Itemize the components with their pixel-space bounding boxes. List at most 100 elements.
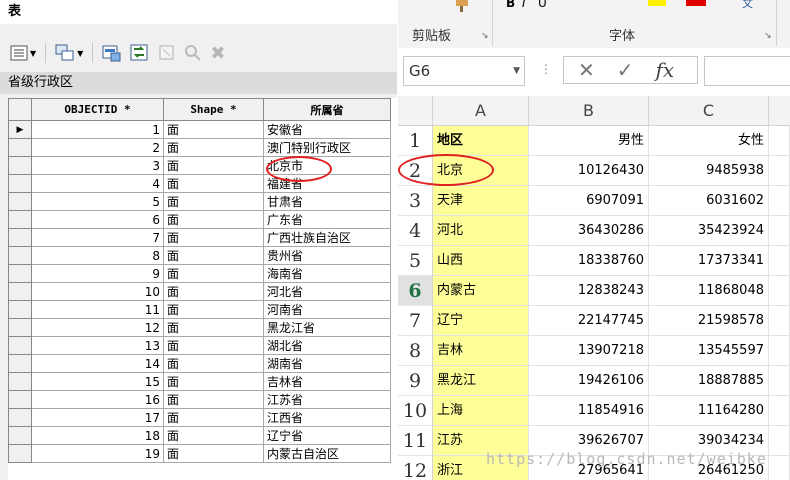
- table-row[interactable]: 6 面广东省: [8, 210, 391, 229]
- row-selector[interactable]: [8, 426, 32, 445]
- cell-a[interactable]: 天津: [433, 186, 529, 216]
- shape-cell[interactable]: 面: [163, 228, 264, 247]
- column-header-c[interactable]: C: [649, 96, 769, 126]
- objectid-cell[interactable]: 13: [31, 336, 164, 355]
- cell-c[interactable]: 13545597: [649, 336, 769, 366]
- row-selector[interactable]: [8, 318, 32, 337]
- cell-b[interactable]: 18338760: [529, 246, 649, 276]
- cell-b[interactable]: 19426106: [529, 366, 649, 396]
- related-tables-button[interactable]: ▼: [53, 42, 85, 64]
- province-cell[interactable]: 江苏省: [263, 390, 391, 409]
- cell-a[interactable]: 黑龙江: [433, 366, 529, 396]
- table-row[interactable]: 13 面湖北省: [8, 336, 391, 355]
- row-header[interactable]: 11: [398, 426, 433, 456]
- formula-input[interactable]: [704, 56, 790, 86]
- shape-cell[interactable]: 面: [163, 408, 264, 427]
- objectid-cell[interactable]: 10: [31, 282, 164, 301]
- font-dialog-launcher-icon[interactable]: ↘: [764, 31, 772, 41]
- objectid-cell[interactable]: 4: [31, 174, 164, 193]
- table-row[interactable]: 9 面海南省: [8, 264, 391, 283]
- chevron-down-icon[interactable]: ▼: [513, 66, 520, 76]
- row-selector[interactable]: [8, 372, 32, 391]
- cell-a[interactable]: 内蒙古: [433, 276, 529, 306]
- cell-d[interactable]: [769, 126, 790, 156]
- row-selector-header[interactable]: [8, 98, 32, 121]
- cell-b[interactable]: 男性: [529, 126, 649, 156]
- row-header[interactable]: 5: [398, 246, 433, 276]
- cell-c[interactable]: 6031602: [649, 186, 769, 216]
- column-header-shape[interactable]: Shape *: [163, 98, 264, 121]
- shape-cell[interactable]: 面: [163, 390, 264, 409]
- shape-cell[interactable]: 面: [163, 444, 264, 463]
- table-row[interactable]: 7 面广西壮族自治区: [8, 228, 391, 247]
- delete-selected-button[interactable]: ✖: [208, 42, 227, 64]
- shape-cell[interactable]: 面: [163, 282, 264, 301]
- objectid-cell[interactable]: 6: [31, 210, 164, 229]
- province-cell[interactable]: 河北省: [263, 282, 391, 301]
- objectid-cell[interactable]: 18: [31, 426, 164, 445]
- cell-d[interactable]: [769, 186, 790, 216]
- cell-b[interactable]: 12838243: [529, 276, 649, 306]
- province-cell[interactable]: 广东省: [263, 210, 391, 229]
- objectid-cell[interactable]: 8: [31, 246, 164, 265]
- cell-d[interactable]: [769, 366, 790, 396]
- name-box[interactable]: G6 ▼: [403, 56, 525, 86]
- phonetic-icon[interactable]: 文: [742, 0, 753, 11]
- table-row[interactable]: 18 面辽宁省: [8, 426, 391, 445]
- cell-d[interactable]: [769, 246, 790, 276]
- bold-icon[interactable]: B: [506, 0, 515, 10]
- row-header[interactable]: 12: [398, 456, 433, 480]
- row-selector[interactable]: [8, 336, 32, 355]
- table-row[interactable]: 19 面内蒙古自治区: [8, 444, 391, 463]
- table-row[interactable]: 14 面湖南省: [8, 354, 391, 373]
- province-cell[interactable]: 江西省: [263, 408, 391, 427]
- cell-a[interactable]: 吉林: [433, 336, 529, 366]
- font-color-icon[interactable]: [686, 0, 706, 6]
- column-header-province[interactable]: 所属省: [263, 98, 391, 121]
- province-cell[interactable]: 辽宁省: [263, 426, 391, 445]
- insert-function-icon[interactable]: fx: [656, 58, 675, 82]
- underline-icon[interactable]: U: [538, 0, 547, 10]
- cell-a[interactable]: 河北: [433, 216, 529, 246]
- province-cell[interactable]: 内蒙古自治区: [263, 444, 391, 463]
- table-row[interactable]: 10 面河北省: [8, 282, 391, 301]
- objectid-cell[interactable]: 15: [31, 372, 164, 391]
- cell-c[interactable]: 17373341: [649, 246, 769, 276]
- cell-a[interactable]: 山西: [433, 246, 529, 276]
- province-cell[interactable]: 广西壮族自治区: [263, 228, 391, 247]
- table-row[interactable]: 12 面黑龙江省: [8, 318, 391, 337]
- row-selector[interactable]: [8, 354, 32, 373]
- column-header-objectid[interactable]: OBJECTID *: [31, 98, 164, 121]
- cell-c[interactable]: 女性: [649, 126, 769, 156]
- cell-c[interactable]: 11164280: [649, 396, 769, 426]
- row-header[interactable]: 4: [398, 216, 433, 246]
- table-tab[interactable]: 省级行政区: [0, 72, 397, 94]
- row-header[interactable]: 6: [398, 276, 433, 306]
- province-cell[interactable]: 安徽省: [263, 120, 391, 139]
- cell-d[interactable]: [769, 426, 790, 456]
- cell-a[interactable]: 上海: [433, 396, 529, 426]
- objectid-cell[interactable]: 19: [31, 444, 164, 463]
- cell-d[interactable]: [769, 276, 790, 306]
- row-selector[interactable]: [8, 156, 32, 175]
- cell-b[interactable]: 11854916: [529, 396, 649, 426]
- row-selector[interactable]: [8, 282, 32, 301]
- cell-d[interactable]: [769, 396, 790, 426]
- row-header[interactable]: 3: [398, 186, 433, 216]
- shape-cell[interactable]: 面: [163, 372, 264, 391]
- shape-cell[interactable]: 面: [163, 318, 264, 337]
- format-painter-icon[interactable]: [454, 0, 470, 12]
- table-row[interactable]: 5 面甘肃省: [8, 192, 391, 211]
- table-row[interactable]: 2 面澳门特别行政区: [8, 138, 391, 157]
- row-selector[interactable]: [8, 408, 32, 427]
- shape-cell[interactable]: 面: [163, 120, 264, 139]
- cell-c[interactable]: 21598578: [649, 306, 769, 336]
- objectid-cell[interactable]: 1: [31, 120, 164, 139]
- row-selector[interactable]: [8, 444, 32, 463]
- cell-a[interactable]: 辽宁: [433, 306, 529, 336]
- table-row[interactable]: 15 面吉林省: [8, 372, 391, 391]
- objectid-cell[interactable]: 17: [31, 408, 164, 427]
- cell-c[interactable]: 11868048: [649, 276, 769, 306]
- cell-b[interactable]: 13907218: [529, 336, 649, 366]
- objectid-cell[interactable]: 16: [31, 390, 164, 409]
